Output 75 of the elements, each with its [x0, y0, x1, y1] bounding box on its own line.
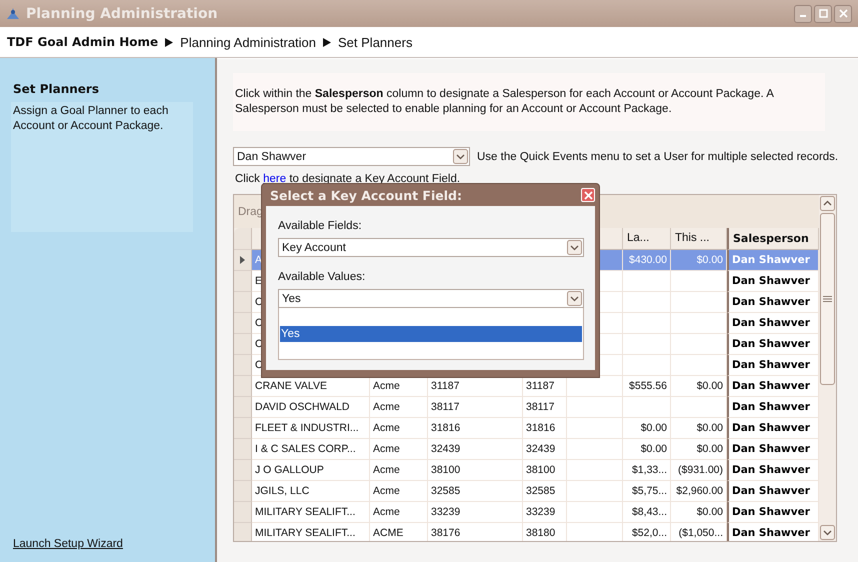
table-cell: 33239	[526, 506, 556, 518]
table-row[interactable]: CRANE VALVE Acme 31187 31187 $555.56 $0.00 Dan Shawver	[234, 376, 819, 397]
table-cell: 33239	[431, 506, 460, 518]
table-cell: 31816	[431, 422, 460, 434]
table-cell: Acme	[373, 443, 400, 455]
table-row[interactable]: MILITARY SEALIFT... ACME 38176 38180 $52,0... ($1,050... Dan Shawver	[234, 523, 819, 541]
quick-events-hint: Use the Quick Events menu to set a User for multiple selected records.	[477, 150, 838, 162]
table-cell: 31816	[526, 422, 556, 434]
table-cell: 31187	[526, 380, 554, 392]
table-row[interactable]: DAVID OSCHWALD Acme 38117 38117 Dan Shawver	[234, 397, 819, 418]
table-cell: Acme	[373, 506, 400, 518]
field-label: Available Values:	[278, 271, 366, 283]
table-row[interactable]: FLEET & INDUSTRI... Acme 31816 31816 $0.00 $0.00 Dan Shawver	[234, 418, 819, 439]
table-row[interactable]: I & C SALES CORP... Acme 32439 32439 $0.00 $0.00 Dan Shawver	[234, 439, 819, 460]
table-cell: $0.00	[696, 380, 723, 392]
table-cell: 32585	[431, 485, 460, 497]
table-cell: Acme	[373, 464, 400, 476]
table-cell: $8,43...	[632, 506, 667, 518]
window-title: Planning Administration	[26, 6, 218, 22]
table-cell: Acme	[373, 422, 400, 434]
breadcrumb-item[interactable]: Set Planners	[338, 34, 412, 50]
table-cell: $0.00	[640, 443, 667, 455]
table-cell: $5,75...	[632, 485, 667, 497]
table-cell: ($1,050...	[678, 527, 723, 539]
table-cell: $52,0...	[632, 527, 667, 539]
table-cell: E	[255, 275, 262, 287]
table-cell: MILITARY SEALIFT...	[255, 506, 356, 518]
table-cell: $0.00	[696, 443, 723, 455]
table-cell: Acme	[373, 485, 400, 497]
sidebar-description: Assign a Goal Planner to each Account or Account Package.	[13, 105, 168, 132]
table-cell: $2,960.00	[676, 485, 723, 497]
table-cell: ($931.00)	[678, 464, 723, 476]
table-cell: MILITARY SEALIFT...	[255, 527, 356, 539]
dialog-title: Select a Key Account Field:	[270, 188, 462, 202]
key-field-hint: Click here to designate a Key Account Field.	[235, 173, 462, 185]
table-row[interactable]: J O GALLOUP Acme 38100 38100 $1,33... ($931.00) Dan Shawver	[234, 460, 819, 481]
table-cell: I & C SALES CORP...	[255, 443, 356, 455]
table-cell: 38176	[431, 527, 460, 539]
table-cell: J O GALLOUP	[255, 464, 324, 476]
table-cell: 38180	[526, 527, 556, 539]
table-cell: Acme	[373, 401, 400, 413]
values-dropdown[interactable]: Yes	[278, 289, 584, 308]
table-cell: $0.00	[696, 422, 723, 434]
table-row[interactable]: MILITARY SEALIFT... Acme 33239 33239 $8,43... $0.00 Dan Shawver	[234, 502, 819, 523]
table-cell: DAVID OSCHWALD	[255, 401, 350, 413]
breadcrumb-home-link[interactable]: TDF Goal Admin Home	[7, 35, 158, 49]
table-cell: 32585	[526, 485, 556, 497]
setup-wizard-link[interactable]: Launch Setup Wizard	[13, 538, 215, 550]
table-cell: $0.00	[696, 506, 723, 518]
table-cell: $555.56	[629, 380, 667, 392]
table-cell: FLEET & INDUSTRI...	[255, 422, 359, 434]
field-label: Available Fields:	[278, 220, 363, 232]
table-cell: 38100	[526, 464, 556, 476]
instructions-text: Click within the Salesperson column to designate a Salesperson for each Account or Account Package. A Salesperson must be selected to enable planning for an Account or Account Package.	[235, 88, 774, 115]
table-cell: 32439	[431, 443, 460, 455]
table-cell: $430.00	[629, 254, 667, 266]
table-cell: 38100	[431, 464, 460, 476]
table-cell: 32439	[526, 443, 556, 455]
table-cell: $0.00	[640, 422, 667, 434]
table-cell: 38117	[526, 401, 554, 413]
table-cell: Acme	[373, 380, 400, 392]
salesperson-dropdown[interactable]: Dan Shawver	[233, 147, 470, 166]
table-cell: CRANE VALVE	[255, 380, 327, 392]
table-cell: ACME	[373, 527, 404, 539]
sidebar-title: Set Planners	[13, 82, 100, 96]
fields-dropdown[interactable]: Key Account	[278, 238, 584, 257]
table-cell: 31187	[431, 380, 460, 392]
dropdown-option[interactable]: Yes	[280, 326, 582, 342]
table-cell: $1,33...	[632, 464, 667, 476]
breadcrumb-item[interactable]: Planning Administration	[180, 34, 316, 50]
table-cell: JGILS, LLC	[255, 485, 310, 497]
table-row[interactable]: JGILS, LLC Acme 32585 32585 $5,75... $2,960.00 Dan Shawver	[234, 481, 819, 502]
table-cell: 38117	[431, 401, 460, 413]
here-link[interactable]: here	[263, 173, 286, 185]
table-cell: $0.00	[696, 254, 723, 266]
